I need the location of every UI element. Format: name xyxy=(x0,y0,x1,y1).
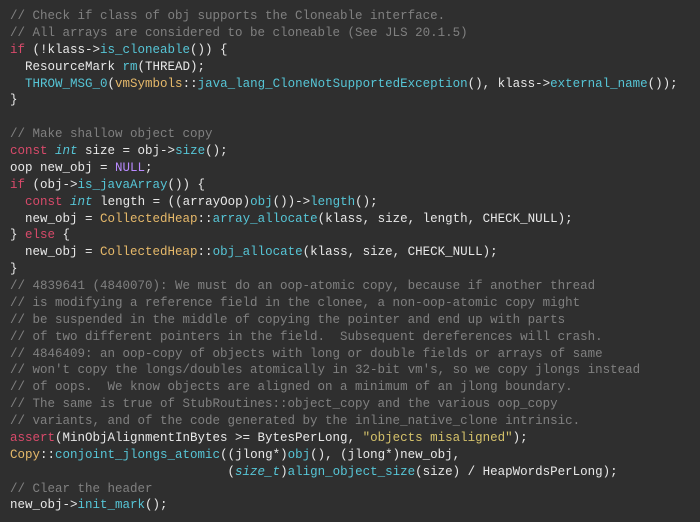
code: ); xyxy=(513,431,528,445)
code: (); xyxy=(145,498,168,512)
fn: is_javaArray xyxy=(78,178,168,192)
class: vmSymbols xyxy=(115,77,183,91)
code: new_obj = xyxy=(10,212,100,226)
fn: java_lang_CloneNotSupportedException xyxy=(198,77,468,91)
fn: is_cloneable xyxy=(100,43,190,57)
code: { xyxy=(55,228,70,242)
fn: THROW_MSG_0 xyxy=(25,77,108,91)
code xyxy=(10,195,25,209)
code: (); xyxy=(205,144,228,158)
class: Copy xyxy=(10,448,40,462)
code xyxy=(10,77,25,91)
code: } xyxy=(10,93,18,107)
code: ( xyxy=(10,465,235,479)
fn: external_name xyxy=(550,77,648,91)
code: (THREAD); xyxy=(138,60,206,74)
comment: // Make shallow object copy xyxy=(10,127,213,141)
code: ( xyxy=(108,77,116,91)
code: ()); xyxy=(648,77,678,91)
comment: // won't copy the longs/doubles atomical… xyxy=(10,363,640,377)
fn: conjoint_jlongs_atomic xyxy=(55,448,220,462)
code: new_obj-> xyxy=(10,498,78,512)
code: } xyxy=(10,228,25,242)
string: "objects misaligned" xyxy=(363,431,513,445)
comment: // 4839641 (4840070): We must do an oop-… xyxy=(10,279,595,293)
code: (!klass-> xyxy=(25,43,100,57)
code: ()) { xyxy=(168,178,206,192)
code: (size) / HeapWordsPerLong); xyxy=(415,465,618,479)
fn: obj xyxy=(250,195,273,209)
comment: // All arrays are considered to be clone… xyxy=(10,26,468,40)
type-sizet: size_t xyxy=(235,465,280,479)
comment: // is modifying a reference field in the… xyxy=(10,296,580,310)
type-int: int xyxy=(70,195,93,209)
code: ) xyxy=(280,465,288,479)
fn: rm xyxy=(123,60,138,74)
comment: // The same is true of StubRoutines::obj… xyxy=(10,397,558,411)
code: } xyxy=(10,262,18,276)
code: :: xyxy=(40,448,55,462)
comment: // Check if class of obj supports the Cl… xyxy=(10,9,445,23)
code: (); xyxy=(355,195,378,209)
code: ())-> xyxy=(273,195,311,209)
code: (klass, size, length, CHECK_NULL); xyxy=(318,212,573,226)
code: (klass, size, CHECK_NULL); xyxy=(303,245,498,259)
keyword-if: if xyxy=(10,178,25,192)
keyword-if: if xyxy=(10,43,25,57)
code: ((jlong*) xyxy=(220,448,288,462)
comment: // 4846409: an oop-copy of objects with … xyxy=(10,347,603,361)
fn: length xyxy=(310,195,355,209)
code-block: // Check if class of obj supports the Cl… xyxy=(10,8,690,514)
code: length = ((arrayOop) xyxy=(93,195,251,209)
comment: // Clear the header xyxy=(10,482,153,496)
fn: align_object_size xyxy=(288,465,416,479)
fn: init_mark xyxy=(78,498,146,512)
code: oop new_obj = xyxy=(10,161,115,175)
fn: obj_allocate xyxy=(213,245,303,259)
keyword-assert: assert xyxy=(10,431,55,445)
code: (obj-> xyxy=(25,178,78,192)
fn: array_allocate xyxy=(213,212,318,226)
keyword-const: const xyxy=(25,195,63,209)
code: :: xyxy=(198,212,213,226)
code: ()) { xyxy=(190,43,228,57)
class: CollectedHeap xyxy=(100,245,198,259)
comment: // variants, and of the code generated b… xyxy=(10,414,580,428)
fn: size xyxy=(175,144,205,158)
keyword-const: const xyxy=(10,144,48,158)
fn: obj xyxy=(288,448,311,462)
keyword-else: else xyxy=(25,228,55,242)
code: ResourceMark xyxy=(10,60,123,74)
code: (), klass-> xyxy=(468,77,551,91)
class: CollectedHeap xyxy=(100,212,198,226)
type-int: int xyxy=(55,144,78,158)
code: new_obj = xyxy=(10,245,100,259)
code: size = obj-> xyxy=(78,144,176,158)
code: (), (jlong*)new_obj, xyxy=(310,448,460,462)
code: :: xyxy=(198,245,213,259)
comment: // of two different pointers in the fiel… xyxy=(10,330,603,344)
code: ; xyxy=(145,161,153,175)
code: (MinObjAlignmentInBytes >= BytesPerLong, xyxy=(55,431,363,445)
null: NULL xyxy=(115,161,145,175)
comment: // be suspended in the middle of copying… xyxy=(10,313,565,327)
comment: // of oops. We know objects are aligned … xyxy=(10,380,573,394)
code: :: xyxy=(183,77,198,91)
